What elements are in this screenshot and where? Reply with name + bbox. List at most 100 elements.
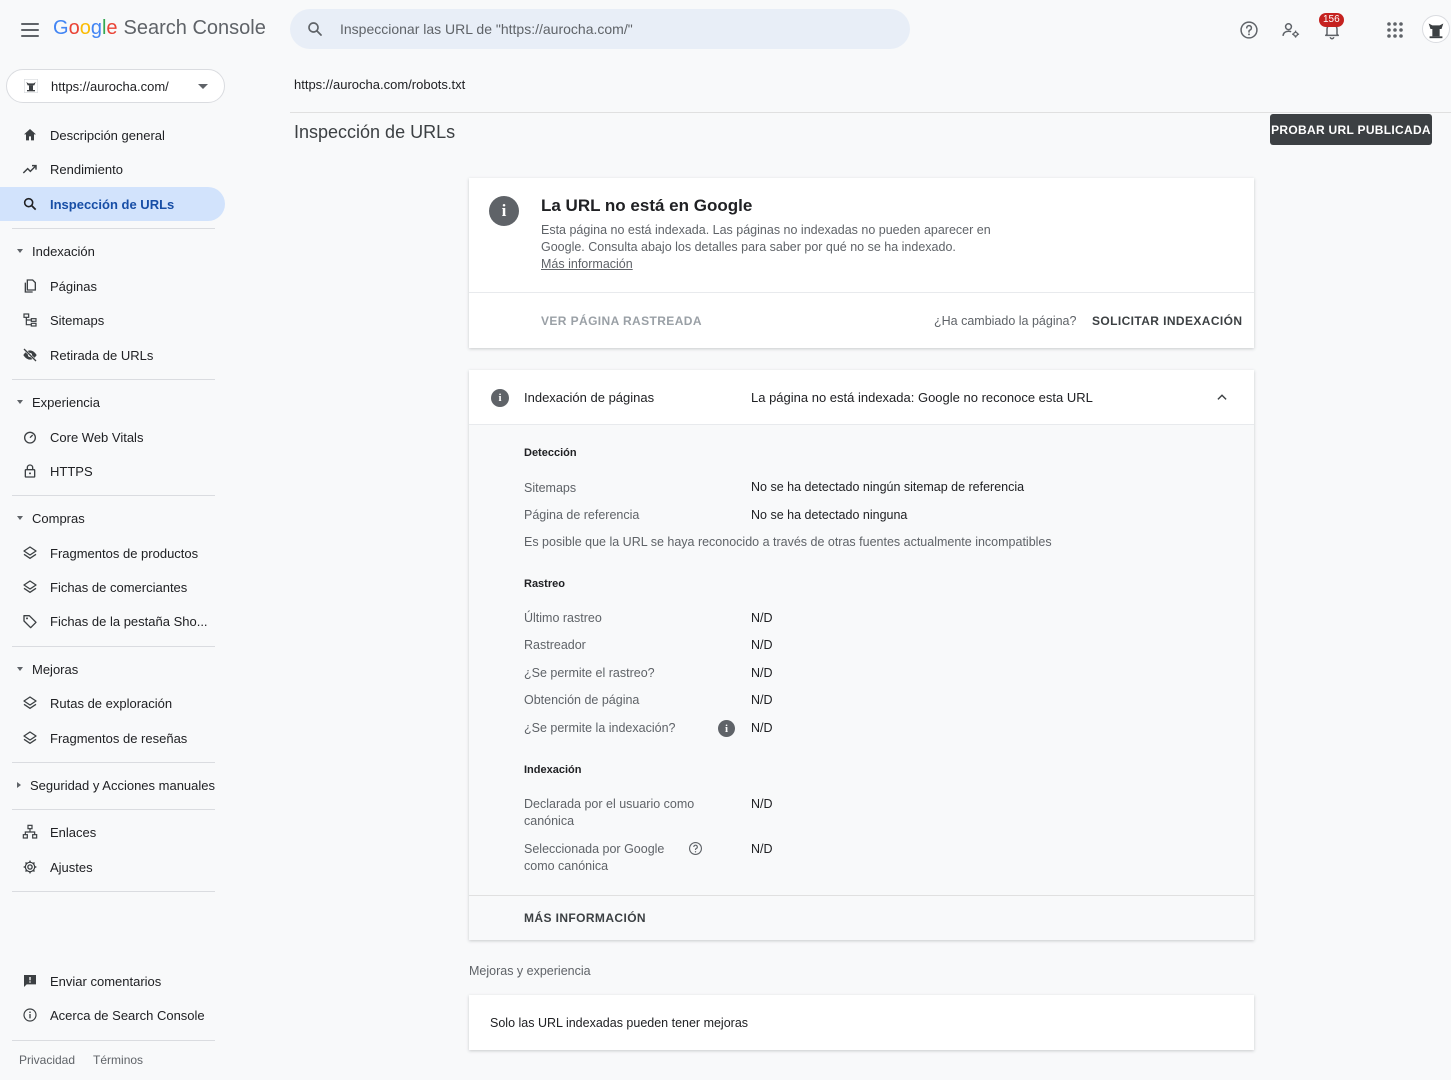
info-icon[interactable]: i <box>718 720 735 737</box>
feedback-icon <box>22 973 38 989</box>
row-value: N/D <box>751 721 773 735</box>
card-divider <box>469 292 1254 293</box>
sidebar-section-experience[interactable]: Experiencia <box>0 390 225 414</box>
row-value: N/D <box>751 842 773 856</box>
sidebar: https://aurocha.com/ Descripción general… <box>0 60 230 1080</box>
row-label: Página de referencia <box>524 508 640 522</box>
sidebar-item-settings[interactable]: Ajustes <box>0 850 225 884</box>
google-search-console-logo[interactable]: Google Search Console <box>53 17 266 40</box>
search-icon <box>22 196 38 212</box>
page-indexing-card: i Indexación de páginas La página no est… <box>469 370 1254 940</box>
info-icon: i <box>489 196 519 226</box>
sidebar-item-send-feedback[interactable]: Enviar comentarios <box>0 964 225 998</box>
view-crawled-page-button[interactable]: VER PÁGINA RASTREADA <box>541 314 702 328</box>
search-input[interactable] <box>340 21 880 37</box>
caret-down-icon <box>17 516 23 520</box>
row-label: Obtención de página <box>524 693 640 707</box>
sidebar-item-url-inspection[interactable]: Inspección de URLs <box>0 187 225 221</box>
sidebar-item-links[interactable]: Enlaces <box>0 815 225 849</box>
sidebar-divider <box>12 891 215 892</box>
search-icon <box>308 22 322 36</box>
speed-gauge-icon <box>22 429 38 445</box>
row-value: N/D <box>751 666 773 680</box>
page-indexing-label: Indexación de páginas <box>524 390 655 405</box>
page-indexing-status: La página no está indexada: Google no re… <box>751 390 1093 405</box>
caret-right-icon <box>17 782 21 788</box>
row-value: N/D <box>751 693 773 707</box>
chevron-down-icon <box>198 84 208 89</box>
enhancements-message: Solo las URL indexadas pueden tener mejo… <box>490 1016 749 1030</box>
caret-down-icon <box>17 400 23 404</box>
sidebar-item-review-snippets[interactable]: Fragmentos de reseñas <box>0 721 225 755</box>
sidebar-divider <box>12 228 215 229</box>
sidebar-item-product-snippets[interactable]: Fragmentos de productos <box>0 536 225 570</box>
sidebar-item-about[interactable]: Acerca de Search Console <box>0 998 225 1032</box>
pages-icon <box>22 278 38 294</box>
sidebar-section-shopping[interactable]: Compras <box>0 506 225 530</box>
row-value: No se ha detectado ningún sitemap de ref… <box>751 480 1025 494</box>
sidebar-item-sitemaps[interactable]: Sitemaps <box>0 303 225 337</box>
legal-links: Privacidad Términos <box>19 1053 143 1067</box>
page-changed-question: ¿Ha cambiado la página? <box>934 314 1077 328</box>
section-crawl-title: Rastreo <box>524 578 565 590</box>
sidebar-divider <box>12 762 215 763</box>
top-bar: GoogleSearch Console 156 <box>0 0 1451 60</box>
trending-up-icon <box>22 161 38 177</box>
sidebar-item-performance[interactable]: Rendimiento <box>0 152 225 186</box>
sidebar-divider <box>12 495 215 496</box>
sidebar-item-shopping-tab-listings[interactable]: Fichas de la pestaña Sho... <box>0 604 225 638</box>
row-value: No se ha detectado ninguna <box>751 508 908 522</box>
apps-grid-icon[interactable] <box>1383 18 1407 42</box>
main-menu-button[interactable] <box>16 16 44 44</box>
learn-more-link[interactable]: Más información <box>541 257 633 271</box>
url-status-card: i La URL no está en Google Esta página n… <box>469 178 1254 348</box>
sidebar-item-https[interactable]: HTTPS <box>0 454 225 488</box>
privacy-link[interactable]: Privacidad <box>19 1053 75 1067</box>
terms-link[interactable]: Términos <box>93 1053 143 1067</box>
sidebar-section-security[interactable]: Seguridad y Acciones manuales <box>0 773 225 797</box>
chevron-up-icon[interactable] <box>1215 390 1229 404</box>
enhancements-card: Solo las URL indexadas pueden tener mejo… <box>469 995 1254 1050</box>
more-info-button[interactable]: MÁS INFORMACIÓN <box>524 911 646 925</box>
user-settings-icon[interactable] <box>1279 18 1303 42</box>
row-label: ¿Se permite la indexación? <box>524 721 676 735</box>
sidebar-divider <box>12 646 215 647</box>
row-label: Seleccionada por Google como canónica <box>524 842 665 873</box>
sidebar-section-indexing[interactable]: Indexación <box>0 239 225 263</box>
account-avatar[interactable] <box>1422 15 1450 43</box>
sidebar-item-merchant-listings[interactable]: Fichas de comerciantes <box>0 570 225 604</box>
property-selector[interactable]: https://aurocha.com/ <box>6 69 225 103</box>
sidebar-item-breadcrumbs[interactable]: Rutas de exploración <box>0 686 225 720</box>
help-icon[interactable] <box>688 841 703 856</box>
sidebar-divider <box>12 379 215 380</box>
layers-icon <box>22 579 38 595</box>
help-icon[interactable] <box>1237 18 1261 42</box>
sidebar-item-pages[interactable]: Páginas <box>0 269 225 303</box>
row-label: Declarada por el usuario como canónica <box>524 797 695 828</box>
detection-note: Es posible que la URL se haya reconocido… <box>524 535 1052 549</box>
sidebar-divider <box>12 1040 215 1041</box>
section-indexing-title: Indexación <box>524 764 582 776</box>
page-indexing-header[interactable]: i Indexación de páginas La página no est… <box>469 370 1254 425</box>
row-value: N/D <box>751 611 773 625</box>
layers-icon <box>22 545 38 561</box>
sidebar-section-enhancements[interactable]: Mejoras <box>0 657 225 681</box>
section-detection-title: Detección <box>524 447 577 459</box>
gear-icon <box>22 859 38 875</box>
lock-icon <box>22 463 38 479</box>
sidebar-item-overview[interactable]: Descripción general <box>0 118 225 152</box>
sidebar-item-removals[interactable]: Retirada de URLs <box>0 338 225 372</box>
row-label: Último rastreo <box>524 611 602 625</box>
request-indexing-button[interactable]: SOLICITAR INDEXACIÓN <box>1092 314 1242 328</box>
links-icon <box>22 824 38 840</box>
page-title: Inspección de URLs <box>294 122 456 142</box>
sidebar-item-core-web-vitals[interactable]: Core Web Vitals <box>0 420 225 454</box>
caret-down-icon <box>17 667 23 671</box>
eye-off-icon <box>22 347 38 363</box>
sitemap-icon <box>22 312 38 328</box>
row-value: N/D <box>751 797 773 811</box>
test-live-url-button[interactable]: PROBAR URL PUBLICADA <box>1270 114 1432 145</box>
url-inspection-search[interactable] <box>290 9 910 49</box>
home-icon <box>22 127 38 143</box>
info-icon <box>22 1007 38 1023</box>
